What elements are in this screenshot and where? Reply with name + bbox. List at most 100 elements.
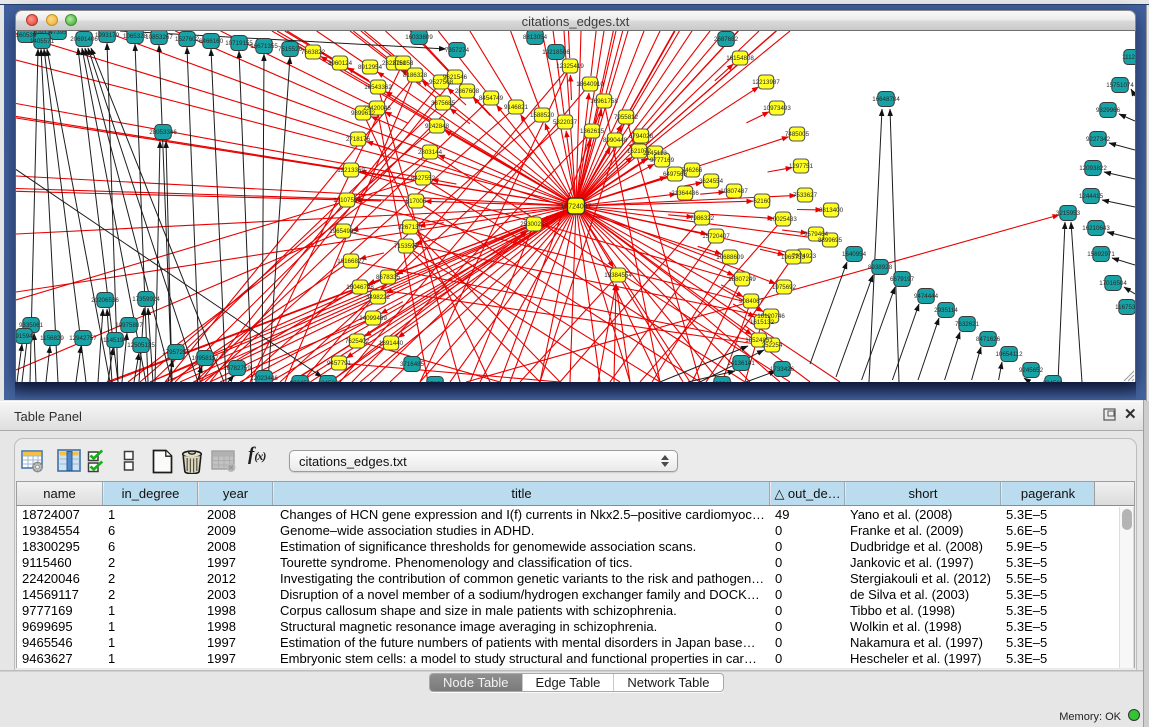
svg-text:9245652: 9245652 bbox=[1019, 367, 1044, 374]
svg-text:1975692: 1975692 bbox=[772, 284, 797, 291]
svg-text:6679197: 6679197 bbox=[890, 276, 915, 283]
svg-text:7632621: 7632621 bbox=[955, 321, 980, 328]
svg-text:9242848: 9242848 bbox=[425, 123, 450, 130]
svg-text:3875685: 3875685 bbox=[431, 100, 456, 107]
svg-text:746266: 746266 bbox=[682, 167, 703, 174]
svg-text:3215953: 3215953 bbox=[1056, 210, 1081, 217]
svg-text:9579464: 9579464 bbox=[804, 231, 829, 238]
svg-text:1297751: 1297751 bbox=[789, 163, 814, 170]
svg-text:7663822: 7663822 bbox=[301, 49, 326, 56]
svg-text:7533627: 7533627 bbox=[793, 192, 818, 199]
svg-text:12325419: 12325419 bbox=[556, 63, 584, 70]
svg-text:1965733: 1965733 bbox=[781, 254, 806, 261]
svg-text:9457791: 9457791 bbox=[327, 360, 352, 367]
svg-text:18807249: 18807249 bbox=[728, 276, 756, 283]
svg-text:1065328: 1065328 bbox=[123, 33, 148, 40]
svg-text:3498222: 3498222 bbox=[366, 294, 391, 301]
svg-text:7357274: 7357274 bbox=[445, 47, 470, 54]
svg-text:10807487: 10807487 bbox=[720, 188, 748, 195]
svg-text:3624554: 3624554 bbox=[699, 178, 724, 185]
svg-text:18640910: 18640910 bbox=[576, 81, 604, 88]
svg-text:9329966: 9329966 bbox=[1096, 107, 1121, 114]
svg-text:1588520: 1588520 bbox=[530, 112, 555, 119]
svg-text:14136141: 14136141 bbox=[727, 360, 755, 367]
svg-text:2718176: 2718176 bbox=[346, 136, 371, 143]
svg-text:10958117: 10958117 bbox=[191, 355, 219, 362]
svg-text:16961758: 16961758 bbox=[590, 98, 618, 105]
svg-text:12505135: 12505135 bbox=[127, 342, 155, 349]
svg-text:8454749: 8454749 bbox=[479, 95, 504, 102]
svg-text:7986322: 7986322 bbox=[690, 215, 715, 222]
svg-text:8990448: 8990448 bbox=[603, 137, 628, 144]
svg-text:1733426: 1733426 bbox=[770, 366, 795, 373]
svg-text:9084067: 9084067 bbox=[739, 298, 764, 305]
svg-text:15692971: 15692971 bbox=[1087, 251, 1115, 258]
svg-text:2867608: 2867608 bbox=[455, 88, 480, 95]
svg-text:9621546: 9621546 bbox=[443, 74, 468, 81]
svg-text:1405571: 1405571 bbox=[30, 38, 55, 45]
svg-text:3267130: 3267130 bbox=[398, 224, 423, 231]
svg-text:19218506: 19218506 bbox=[542, 49, 570, 56]
svg-text:3915941: 3915941 bbox=[16, 333, 37, 340]
svg-text:5322037: 5322037 bbox=[553, 119, 578, 126]
svg-text:16782759: 16782759 bbox=[223, 365, 251, 372]
svg-text:12213987: 12213987 bbox=[752, 79, 780, 86]
svg-text:12023446: 12023446 bbox=[250, 375, 278, 382]
svg-text:1615132: 1615132 bbox=[750, 319, 775, 326]
svg-text:9227342: 9227342 bbox=[1086, 136, 1111, 143]
svg-text:16154808: 16154808 bbox=[726, 55, 754, 62]
svg-text:7485005: 7485005 bbox=[785, 131, 810, 138]
svg-text:10719155: 10719155 bbox=[225, 40, 253, 47]
svg-text:924561: 924561 bbox=[1043, 380, 1064, 382]
svg-text:28053346: 28053346 bbox=[149, 129, 177, 136]
svg-text:8899695: 8899695 bbox=[818, 237, 843, 244]
svg-text:8186328: 8186328 bbox=[403, 72, 428, 79]
svg-text:1167533: 1167533 bbox=[1115, 304, 1135, 311]
svg-text:7515526: 7515526 bbox=[278, 46, 303, 53]
svg-text:6466160: 6466160 bbox=[199, 38, 224, 45]
svg-text:10973493: 10973493 bbox=[763, 105, 791, 112]
svg-text:6794028: 6794028 bbox=[629, 133, 654, 140]
svg-text:10025433: 10025433 bbox=[769, 216, 797, 223]
svg-text:3960124: 3960124 bbox=[328, 60, 353, 67]
svg-text:10654112: 10654112 bbox=[995, 351, 1023, 358]
svg-text:20206536: 20206536 bbox=[91, 297, 119, 304]
svg-text:16648784: 16648784 bbox=[872, 96, 900, 103]
svg-text:10107553: 10107553 bbox=[333, 197, 361, 204]
svg-text:9474444: 9474444 bbox=[914, 293, 939, 300]
svg-text:62160: 62160 bbox=[753, 198, 771, 205]
svg-text:8912954: 8912954 bbox=[358, 64, 383, 71]
svg-text:16033809: 16033809 bbox=[405, 34, 433, 41]
svg-text:14099489: 14099489 bbox=[359, 315, 387, 322]
svg-text:19654985: 19654985 bbox=[329, 228, 357, 235]
svg-text:16543362: 16543362 bbox=[364, 84, 392, 91]
svg-text:1993179: 1993179 bbox=[95, 32, 120, 39]
svg-text:10853267: 10853267 bbox=[145, 34, 173, 41]
svg-text:8427552: 8427552 bbox=[411, 175, 436, 182]
svg-text:25300235: 25300235 bbox=[520, 221, 548, 228]
svg-text:1527602: 1527602 bbox=[175, 36, 200, 43]
svg-text:16046798: 16046798 bbox=[346, 284, 374, 291]
svg-text:8938928: 8938928 bbox=[868, 264, 893, 271]
svg-text:1362615: 1362615 bbox=[580, 128, 605, 135]
svg-text:17359924: 17359924 bbox=[132, 296, 160, 303]
svg-text:9899612: 9899612 bbox=[351, 110, 376, 117]
svg-text:7153594: 7153594 bbox=[394, 243, 419, 250]
svg-text:15720407: 15720407 bbox=[702, 233, 730, 240]
svg-text:19166827: 19166827 bbox=[337, 258, 365, 265]
svg-text:9146821: 9146821 bbox=[504, 104, 529, 111]
svg-text:2935114: 2935114 bbox=[934, 307, 958, 314]
svg-text:160944: 160944 bbox=[712, 381, 733, 382]
svg-text:47395: 47395 bbox=[49, 31, 67, 36]
svg-text:816058: 816058 bbox=[393, 60, 414, 67]
svg-text:19384554: 19384554 bbox=[604, 272, 632, 279]
svg-text:17016504: 17016504 bbox=[1099, 280, 1127, 287]
svg-text:2803144: 2803144 bbox=[418, 149, 443, 156]
svg-text:8678335: 8678335 bbox=[376, 274, 401, 281]
svg-text:17957255: 17957255 bbox=[162, 349, 190, 356]
svg-text:18724007: 18724007 bbox=[560, 203, 591, 210]
svg-text:1145194: 1145194 bbox=[103, 337, 127, 344]
svg-text:3716485: 3716485 bbox=[400, 361, 425, 368]
svg-text:16671355: 16671355 bbox=[250, 43, 278, 50]
svg-text:982450: 982450 bbox=[290, 380, 311, 382]
